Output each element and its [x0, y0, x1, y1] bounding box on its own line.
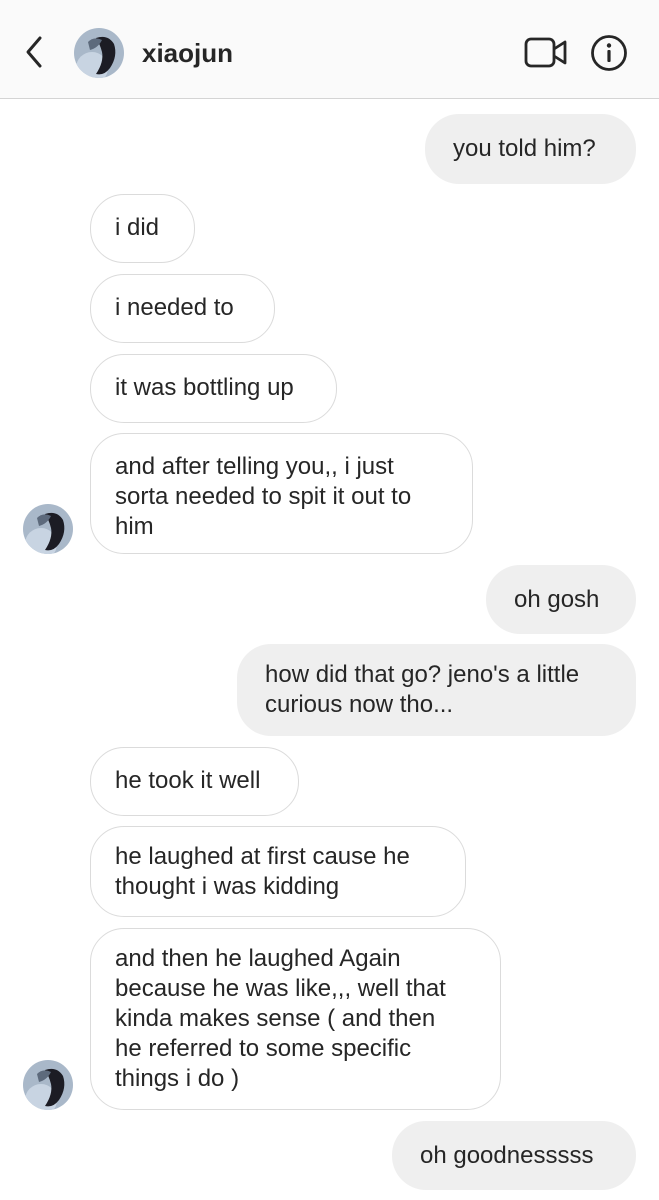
contact-name[interactable]: xiaojun: [142, 38, 233, 69]
chevron-left-icon: [26, 36, 42, 68]
message-incoming: i did: [90, 194, 195, 263]
message-outgoing: how did that go? jeno's a little curious…: [237, 644, 636, 736]
message-incoming: he took it well: [90, 747, 299, 816]
info-button[interactable]: [590, 34, 628, 72]
message-incoming: i needed to: [90, 274, 275, 343]
video-call-button[interactable]: [524, 36, 568, 70]
message-incoming: he laughed at first cause he thought i w…: [90, 826, 466, 917]
back-button[interactable]: [20, 34, 50, 70]
message-incoming: and after telling you,, i just sorta nee…: [90, 433, 473, 554]
message-outgoing: oh goodnesssss: [392, 1121, 636, 1190]
message-outgoing: oh gosh: [486, 565, 636, 634]
info-icon: [591, 35, 627, 71]
message-incoming: it was bottling up: [90, 354, 337, 423]
contact-avatar[interactable]: [74, 28, 124, 78]
sender-avatar: [23, 504, 73, 554]
sender-avatar: [23, 1060, 73, 1110]
message-incoming: and then he laughed Again because he was…: [90, 928, 501, 1110]
video-camera-icon: [524, 37, 567, 68]
chat-header: xiaojun: [0, 0, 659, 99]
message-outgoing: you told him?: [425, 114, 636, 184]
